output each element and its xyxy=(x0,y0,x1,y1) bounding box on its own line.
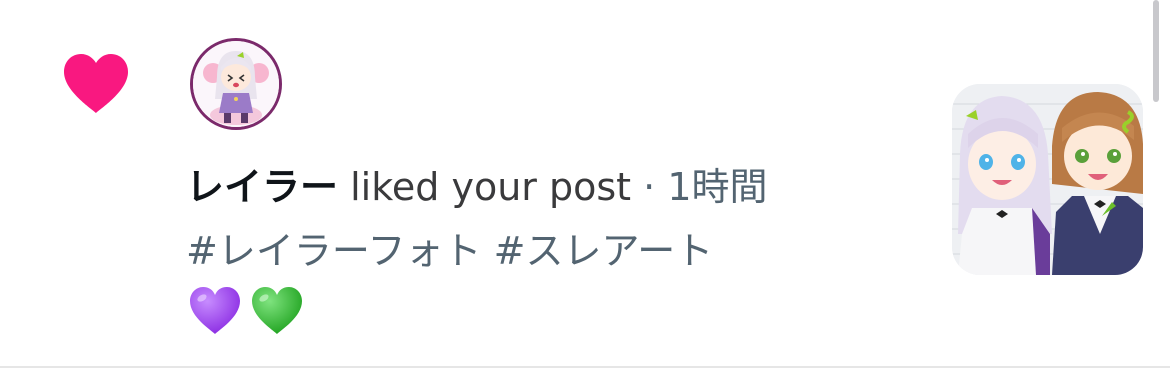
like-notification[interactable]: レイラー liked your post · 1時間 #レイラーフォト #スレア… xyxy=(0,0,1170,381)
avatar[interactable] xyxy=(190,38,282,130)
timestamp: 1時間 xyxy=(667,165,768,209)
hashtag-reirafoto[interactable]: #レイラーフォト xyxy=(186,229,482,273)
green-heart-icon xyxy=(252,287,302,334)
notification-text: レイラー liked your post · 1時間 xyxy=(186,164,768,210)
emoji-row xyxy=(188,286,304,338)
post-image xyxy=(952,84,1143,275)
post-hashtags: #レイラーフォト #スレアート xyxy=(186,228,713,274)
heart-icon xyxy=(64,54,128,113)
post-thumbnail[interactable] xyxy=(952,84,1143,275)
username[interactable]: レイラー xyxy=(186,165,338,209)
purple-heart-icon xyxy=(190,287,240,334)
separator-dot: · xyxy=(643,165,656,209)
avatar-image xyxy=(193,41,279,127)
divider xyxy=(0,366,1170,368)
action-text: liked your post xyxy=(350,165,632,209)
scrollbar[interactable] xyxy=(1153,0,1159,102)
hashtag-sureart[interactable]: #スレアート xyxy=(494,229,714,273)
